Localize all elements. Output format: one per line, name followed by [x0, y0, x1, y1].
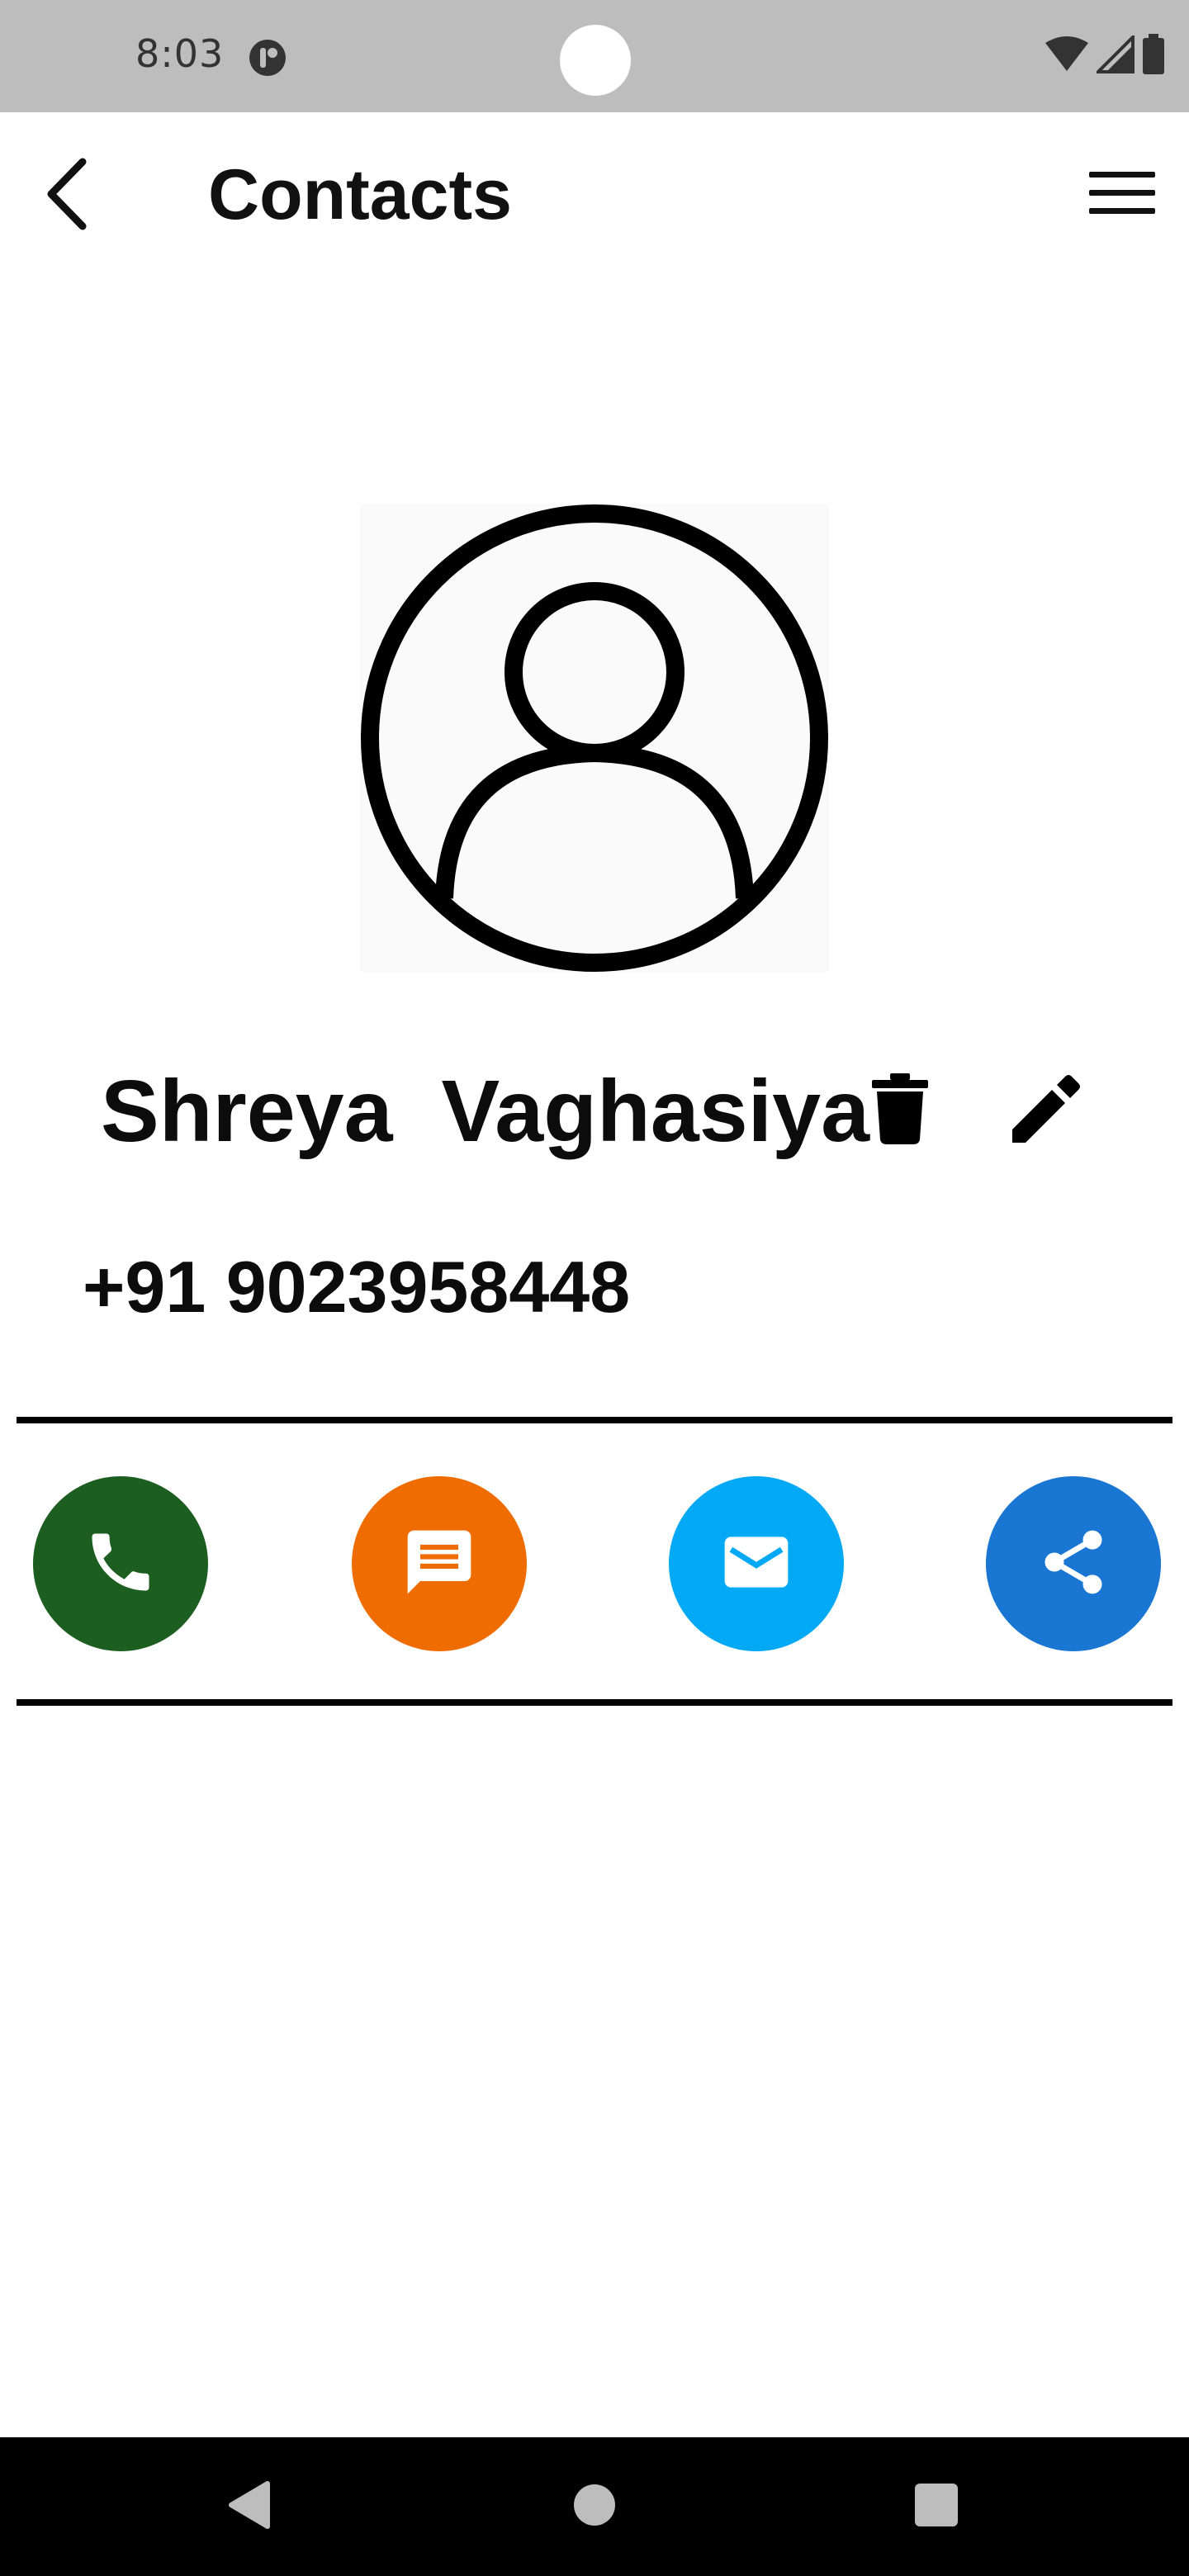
contact-detail-screen: 8:03 Contacts Shreya Vaghasiya +91 90239…: [0, 0, 1189, 2576]
contact-avatar: [360, 504, 829, 973]
status-icons: [1044, 32, 1166, 79]
account-circle-icon: [360, 504, 829, 976]
hamburger-menu-icon: [1087, 168, 1157, 222]
pencil-icon: [1011, 1073, 1082, 1148]
divider-bottom: [17, 1699, 1172, 1706]
status-time: 8:03: [135, 31, 225, 76]
chevron-left-icon: [41, 157, 99, 235]
nav-recents-icon: [913, 2482, 959, 2532]
share-button[interactable]: [986, 1476, 1161, 1651]
app-notification-icon: [248, 38, 287, 78]
divider-top: [17, 1417, 1172, 1423]
cellular-signal-icon: [1094, 32, 1135, 78]
nav-back-icon: [226, 2480, 272, 2534]
app-bar: Contacts: [0, 112, 1189, 277]
nav-back-button[interactable]: [208, 2465, 291, 2548]
navigation-bar: [0, 2437, 1189, 2576]
message-button[interactable]: [352, 1476, 527, 1651]
delete-button[interactable]: [859, 1065, 941, 1156]
back-button[interactable]: [25, 150, 116, 241]
contact-name: Shreya Vaghasiya: [101, 1063, 870, 1160]
battery-icon: [1141, 33, 1166, 79]
nav-recents-button[interactable]: [895, 2465, 978, 2548]
email-button[interactable]: [669, 1476, 844, 1651]
wifi-icon: [1044, 36, 1090, 77]
share-icon: [1035, 1524, 1111, 1604]
page-title: Contacts: [208, 155, 512, 234]
email-icon: [718, 1524, 794, 1604]
contact-phone-number: +91 9023958448: [83, 1246, 631, 1328]
status-bar: 8:03: [0, 0, 1189, 112]
edit-button[interactable]: [1001, 1065, 1092, 1156]
trash-icon: [872, 1073, 928, 1148]
nav-home-button[interactable]: [553, 2465, 636, 2548]
menu-button[interactable]: [1077, 154, 1168, 236]
phone-icon: [83, 1524, 159, 1604]
nav-home-icon: [572, 2483, 617, 2531]
call-button[interactable]: [33, 1476, 208, 1651]
camera-cutout: [560, 25, 631, 96]
message-icon: [401, 1524, 477, 1604]
